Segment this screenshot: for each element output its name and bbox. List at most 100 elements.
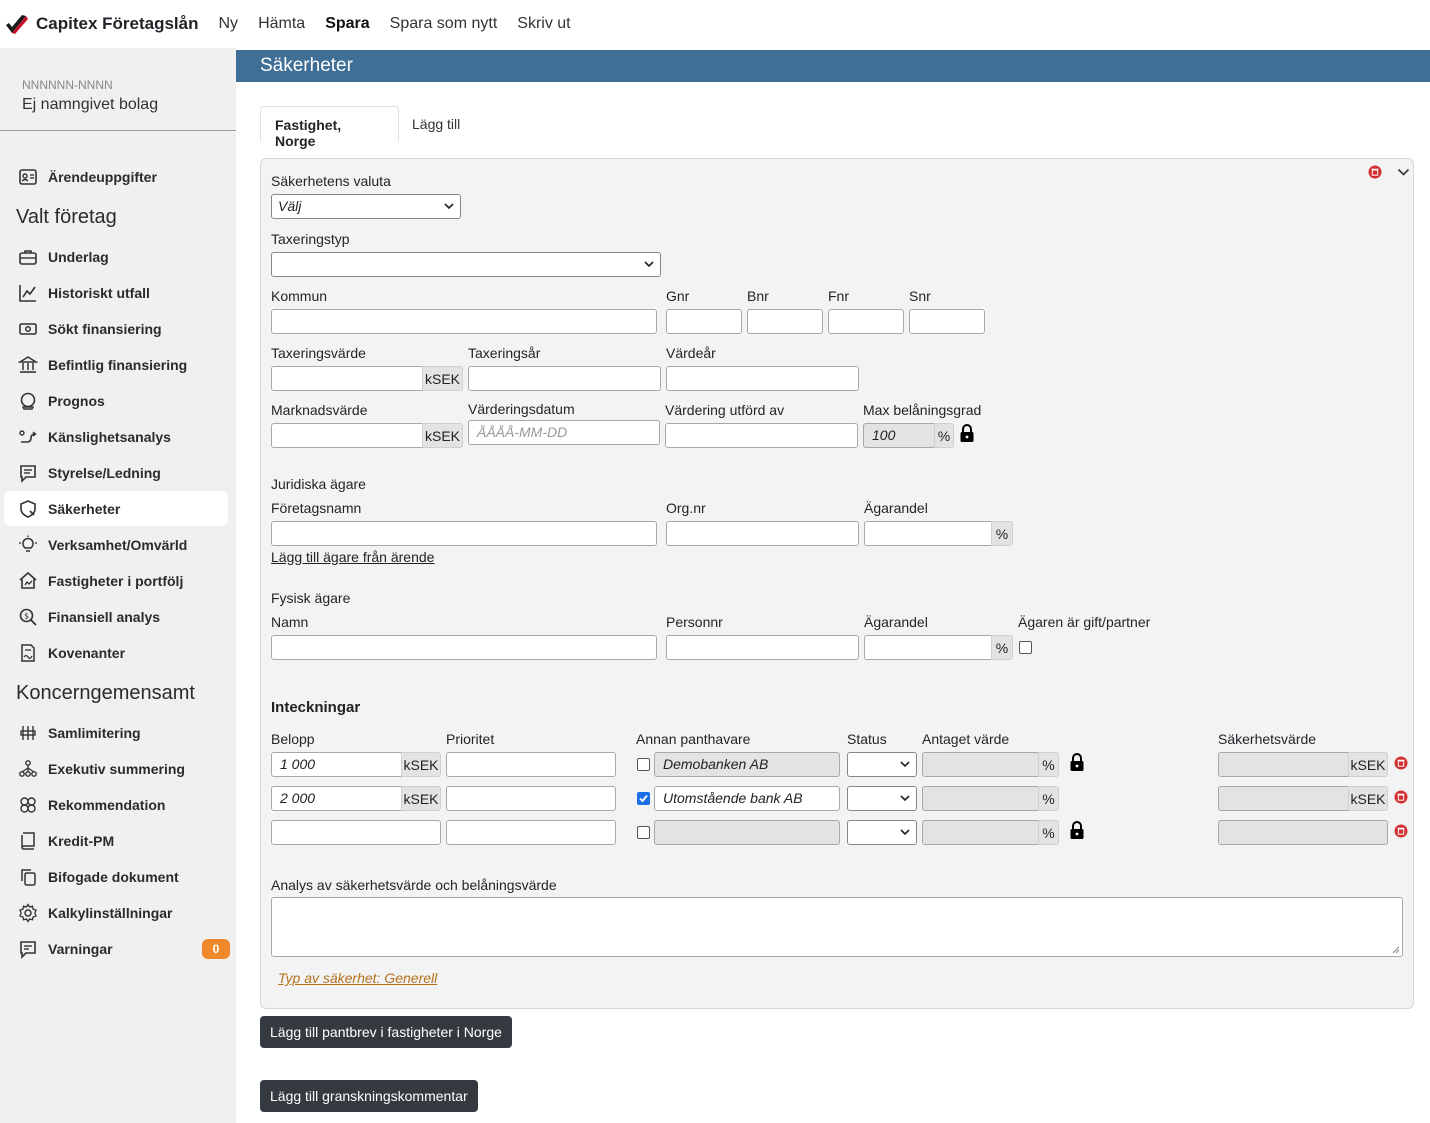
married-checkbox[interactable] — [1019, 641, 1032, 654]
legal-share-input[interactable] — [864, 521, 992, 546]
lock-icon[interactable] — [959, 423, 975, 443]
sidebar-item-varningar[interactable]: Varningar 0 — [4, 931, 230, 966]
add-review-comment-button[interactable]: Lägg till granskningskommentar — [260, 1080, 478, 1112]
currency-select-value: Välj — [278, 198, 302, 214]
sidebar-item-sakerheter[interactable]: Säkerheter — [4, 491, 228, 526]
security-value-input[interactable] — [1218, 752, 1349, 777]
bnr-input[interactable] — [747, 309, 823, 334]
security-value-input[interactable] — [1218, 820, 1388, 845]
sidebar-item-label: Känslighetsanalys — [48, 428, 171, 445]
sidebar-item-kovenanter[interactable]: Kovenanter — [4, 635, 228, 670]
mortgage-amount-input[interactable] — [271, 820, 441, 845]
gnr-input[interactable] — [666, 309, 742, 334]
sidebar-item-kredit-pm[interactable]: Kredit-PM — [4, 823, 228, 858]
sidebar-item-exekutiv-summering[interactable]: Exekutiv summering — [4, 751, 228, 786]
delete-row-icon[interactable] — [1394, 824, 1408, 838]
brand[interactable]: Capitex Företagslån — [4, 13, 199, 35]
mortgage-amount-input[interactable]: 1 000 — [271, 752, 402, 777]
mortgage-priority-input[interactable] — [446, 786, 616, 811]
lock-icon[interactable] — [1069, 820, 1085, 840]
assumed-value-input[interactable] — [922, 820, 1039, 845]
security-type-link[interactable]: Typ av säkerhet: Generell — [278, 970, 437, 986]
menu-save-as-new[interactable]: Spara som nytt — [390, 15, 498, 33]
add-owner-from-case-link[interactable]: Lägg till ägare från ärende — [271, 549, 434, 565]
legal-orgnr-input[interactable] — [666, 521, 859, 546]
sidebar-item-verksamhet-omvarld[interactable]: Verksamhet/Omvärld — [4, 527, 228, 562]
menu-new[interactable]: Ny — [219, 15, 239, 33]
kommun-input[interactable] — [271, 309, 657, 334]
sidebar-item-samlimitering[interactable]: Samlimitering — [4, 715, 228, 750]
tax-year-input[interactable] — [468, 366, 661, 391]
other-holder-checkbox[interactable] — [637, 792, 650, 805]
other-holder-input[interactable]: Demobanken AB — [654, 752, 840, 777]
add-pledge-button[interactable]: Lägg till pantbrev i fastigheter i Norge — [260, 1016, 512, 1048]
mortgage-status-select[interactable] — [847, 786, 917, 811]
snr-input[interactable] — [909, 309, 985, 334]
tax-value-unit: kSEK — [422, 366, 463, 391]
sidebar-item-sokt-finansiering[interactable]: Sökt finansiering — [4, 311, 228, 346]
sidebar-item-label: Kovenanter — [48, 644, 126, 661]
other-holder-checkbox[interactable] — [637, 758, 650, 771]
security-value-input[interactable] — [1218, 786, 1349, 811]
sidebar-item-styrelse-ledning[interactable]: Styrelse/Ledning — [4, 455, 228, 490]
physical-share-input[interactable] — [864, 635, 992, 660]
menu-save[interactable]: Spara — [325, 15, 369, 33]
sidebar-item-label: Historiskt utfall — [48, 284, 150, 301]
currency-select[interactable]: Välj — [271, 194, 461, 219]
delete-row-icon[interactable] — [1394, 756, 1408, 770]
physical-name-input[interactable] — [271, 635, 657, 660]
assumed-value-input[interactable] — [922, 786, 1039, 811]
delete-security-icon[interactable] — [1368, 165, 1382, 179]
valuation-date-label: Värderingsdatum — [468, 401, 575, 417]
sidebar-item-underlag[interactable]: Underlag — [4, 239, 228, 274]
value-year-input[interactable] — [666, 366, 859, 391]
mortgage-status-select[interactable] — [847, 820, 917, 845]
sidebar-group-title: Valt företag — [16, 206, 117, 228]
other-holder-checkbox[interactable] — [637, 826, 650, 839]
menu-fetch[interactable]: Hämta — [258, 15, 305, 33]
mortgage-priority-input[interactable] — [446, 752, 616, 777]
fnr-input[interactable] — [828, 309, 904, 334]
max-ltv-input[interactable]: 100 — [863, 423, 935, 448]
assumed-value-unit: % — [1038, 786, 1059, 811]
resize-handle-icon[interactable] — [1392, 946, 1400, 954]
legal-company-input[interactable] — [271, 521, 657, 546]
sidebar-item-fastigheter-i-portfolj[interactable]: Fastigheter i portfölj — [4, 563, 228, 598]
tax-value-input[interactable] — [271, 366, 423, 391]
tab-add[interactable]: Lägg till — [398, 106, 474, 142]
assumed-value-unit: % — [1038, 820, 1059, 845]
company-name: Ej namngivet bolag — [22, 96, 159, 113]
valuation-date-input[interactable]: ÅÅÅÅ-MM-DD — [468, 420, 660, 445]
sidebar-item-kanslighetsanalys[interactable]: Känslighetsanalys — [4, 419, 228, 454]
col-assumed-label: Antaget värde — [922, 731, 1010, 747]
market-value-input[interactable] — [271, 423, 423, 448]
sidebar-item-label: Ärendeuppgifter — [48, 168, 157, 185]
id-card-icon — [18, 167, 38, 187]
sidebar-item-finansiell-analys[interactable]: $ Finansiell analys — [4, 599, 228, 634]
money-icon — [18, 319, 38, 339]
shield-icon — [18, 499, 38, 519]
sidebar-item-historiskt-utfall[interactable]: Historiskt utfall — [4, 275, 228, 310]
mortgage-priority-input[interactable] — [446, 820, 616, 845]
lock-icon[interactable] — [1069, 752, 1085, 772]
sidebar-item-kalkylinstallningar[interactable]: Kalkylinställningar — [4, 895, 228, 930]
analysis-textarea[interactable] — [271, 897, 1403, 957]
delete-row-icon[interactable] — [1394, 790, 1408, 804]
assumed-value-input[interactable] — [922, 752, 1039, 777]
mortgage-status-select[interactable] — [847, 752, 917, 777]
sidebar-item-prognos[interactable]: Prognos — [4, 383, 228, 418]
mortgage-amount-input[interactable]: 2 000 — [271, 786, 402, 811]
other-holder-input[interactable]: Utomstående bank AB — [654, 786, 840, 811]
tab-fastighet-norge[interactable]: Fastighet, Norge — [260, 106, 399, 149]
tax-type-select[interactable] — [271, 252, 661, 277]
sidebar-item-befintlig-finansiering[interactable]: Befintlig finansiering — [4, 347, 228, 382]
sidebar-item-label: Fastigheter i portfölj — [48, 572, 184, 589]
valued-by-input[interactable] — [665, 423, 858, 448]
sidebar-item-bifogade-dokument[interactable]: Bifogade dokument — [4, 859, 228, 894]
menu-print[interactable]: Skriv ut — [517, 15, 570, 33]
other-holder-input[interactable] — [654, 820, 840, 845]
sidebar-item-rekommendation[interactable]: Rekommendation — [4, 787, 228, 822]
chevron-down-icon[interactable] — [1397, 166, 1410, 178]
personnr-input[interactable] — [666, 635, 859, 660]
sidebar-item-arendeuppgifter[interactable]: Ärendeuppgifter — [4, 159, 228, 194]
